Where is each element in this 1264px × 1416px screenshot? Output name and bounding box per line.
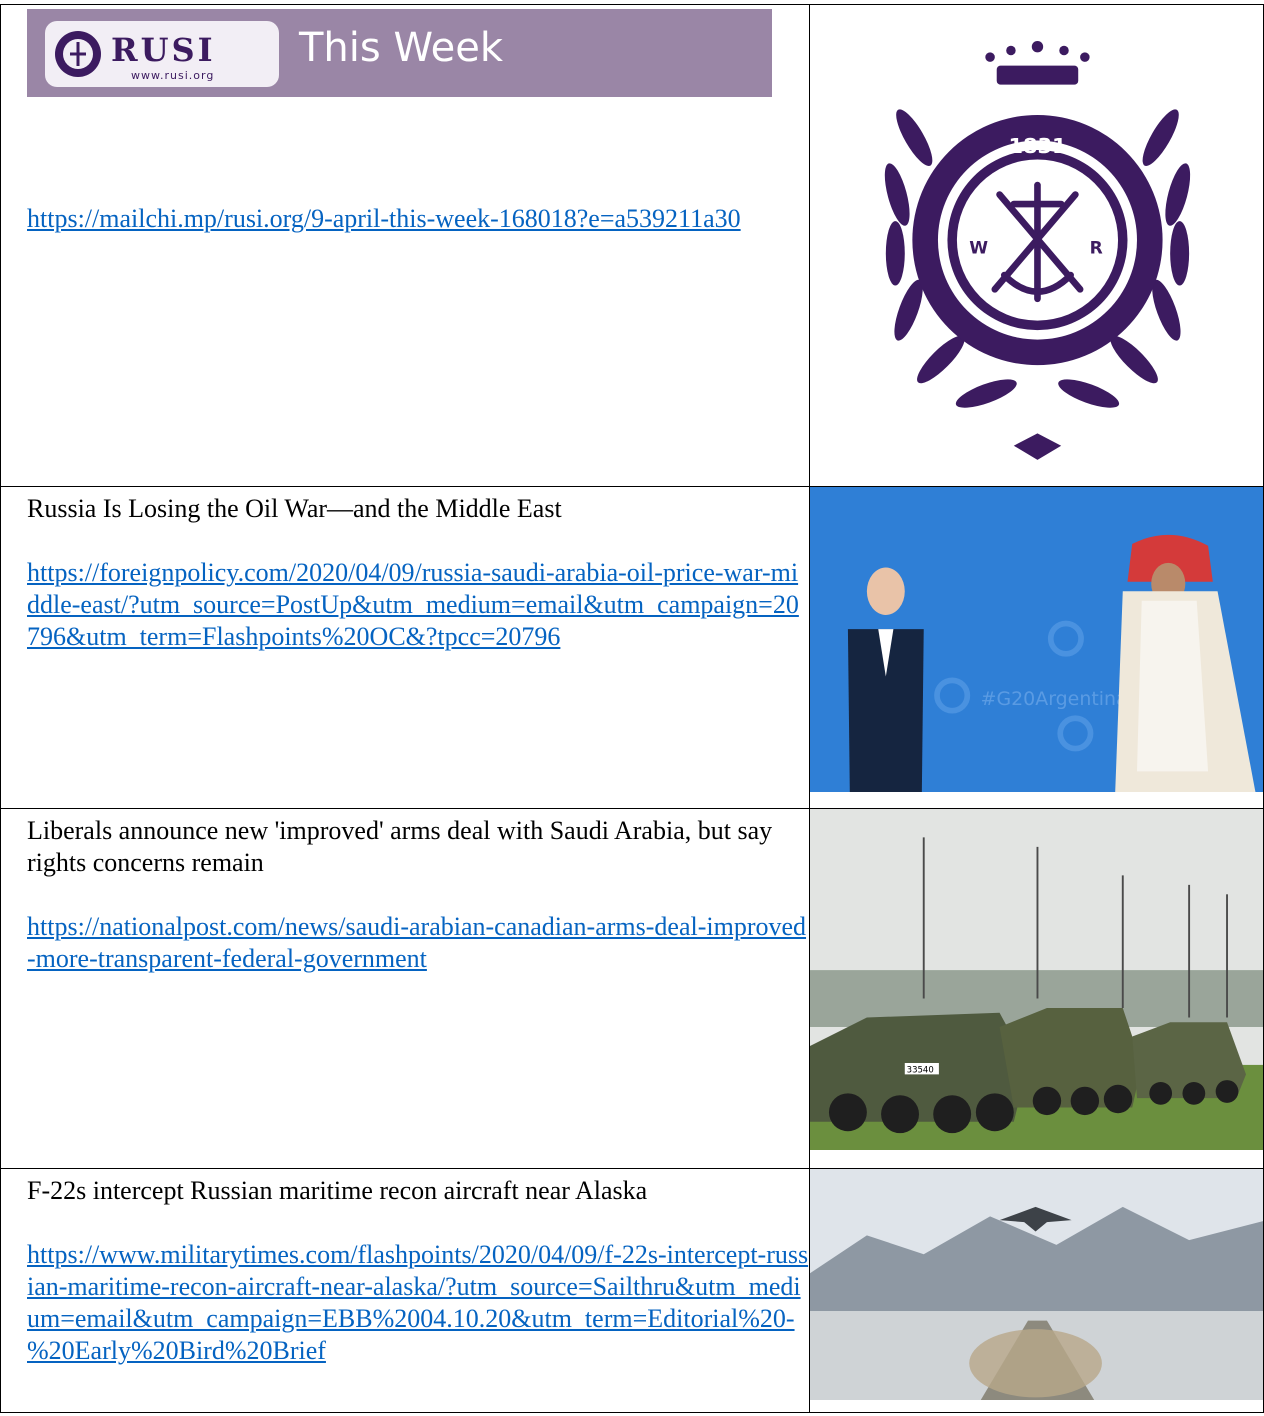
table-row: F-22s intercept Russian maritime recon a… xyxy=(0,1168,1264,1413)
rusi-crest-image: 1831 W R xyxy=(810,5,1263,462)
f22-takeoff-photo xyxy=(810,1169,1263,1401)
article-link[interactable]: https://nationalpost.com/news/saudi-arab… xyxy=(27,911,808,975)
text-cell: Liberals announce new 'improved' arms de… xyxy=(0,808,810,1169)
article-link[interactable]: https://foreignpolicy.com/2020/04/09/rus… xyxy=(27,557,808,653)
article-headline: F-22s intercept Russian maritime recon a… xyxy=(27,1176,648,1205)
crest-letter-right: R xyxy=(1090,238,1103,258)
newsletter-table: RUSI www.rusi.org This Week https://mail… xyxy=(0,4,1264,1413)
photo-backdrop-text: #G20Argentina xyxy=(981,688,1128,710)
vehicle-number: 33540 xyxy=(907,1065,934,1075)
article-link[interactable]: https://mailchi.mp/rusi.org/9-april-this… xyxy=(27,203,808,235)
text-cell: RUSI www.rusi.org This Week https://mail… xyxy=(0,4,810,487)
text-cell: F-22s intercept Russian maritime recon a… xyxy=(0,1168,810,1413)
rusi-logo: RUSI www.rusi.org xyxy=(45,21,279,87)
rusi-banner: RUSI www.rusi.org This Week xyxy=(27,9,772,97)
armored-vehicles-photo: 33540 xyxy=(810,809,1263,1151)
table-row: Liberals announce new 'improved' arms de… xyxy=(0,808,1264,1169)
crest-year: 1831 xyxy=(1008,134,1066,158)
leaders-photo: #G20Argentina xyxy=(810,487,1263,793)
text-cell: Russia Is Losing the Oil War—and the Mid… xyxy=(0,486,810,809)
rusi-emblem-icon: RUSI www.rusi.org xyxy=(55,31,216,82)
crest-letter-left: W xyxy=(969,238,988,258)
table-row: RUSI www.rusi.org This Week https://mail… xyxy=(0,4,1264,487)
image-cell: 33540 xyxy=(808,808,1264,1169)
image-cell: 1831 W R xyxy=(808,4,1264,487)
banner-title: This Week xyxy=(299,25,504,71)
article-link[interactable]: https://www.militarytimes.com/flashpoint… xyxy=(27,1239,808,1367)
article-headline: Russia Is Losing the Oil War—and the Mid… xyxy=(27,494,562,523)
table-row: Russia Is Losing the Oil War—and the Mid… xyxy=(0,486,1264,809)
logo-org-text: RUSI xyxy=(111,31,216,69)
image-cell: #G20Argentina xyxy=(808,486,1264,809)
article-headline: Liberals announce new 'improved' arms de… xyxy=(27,816,773,877)
image-cell xyxy=(808,1168,1264,1413)
logo-site-text: www.rusi.org xyxy=(131,69,214,82)
